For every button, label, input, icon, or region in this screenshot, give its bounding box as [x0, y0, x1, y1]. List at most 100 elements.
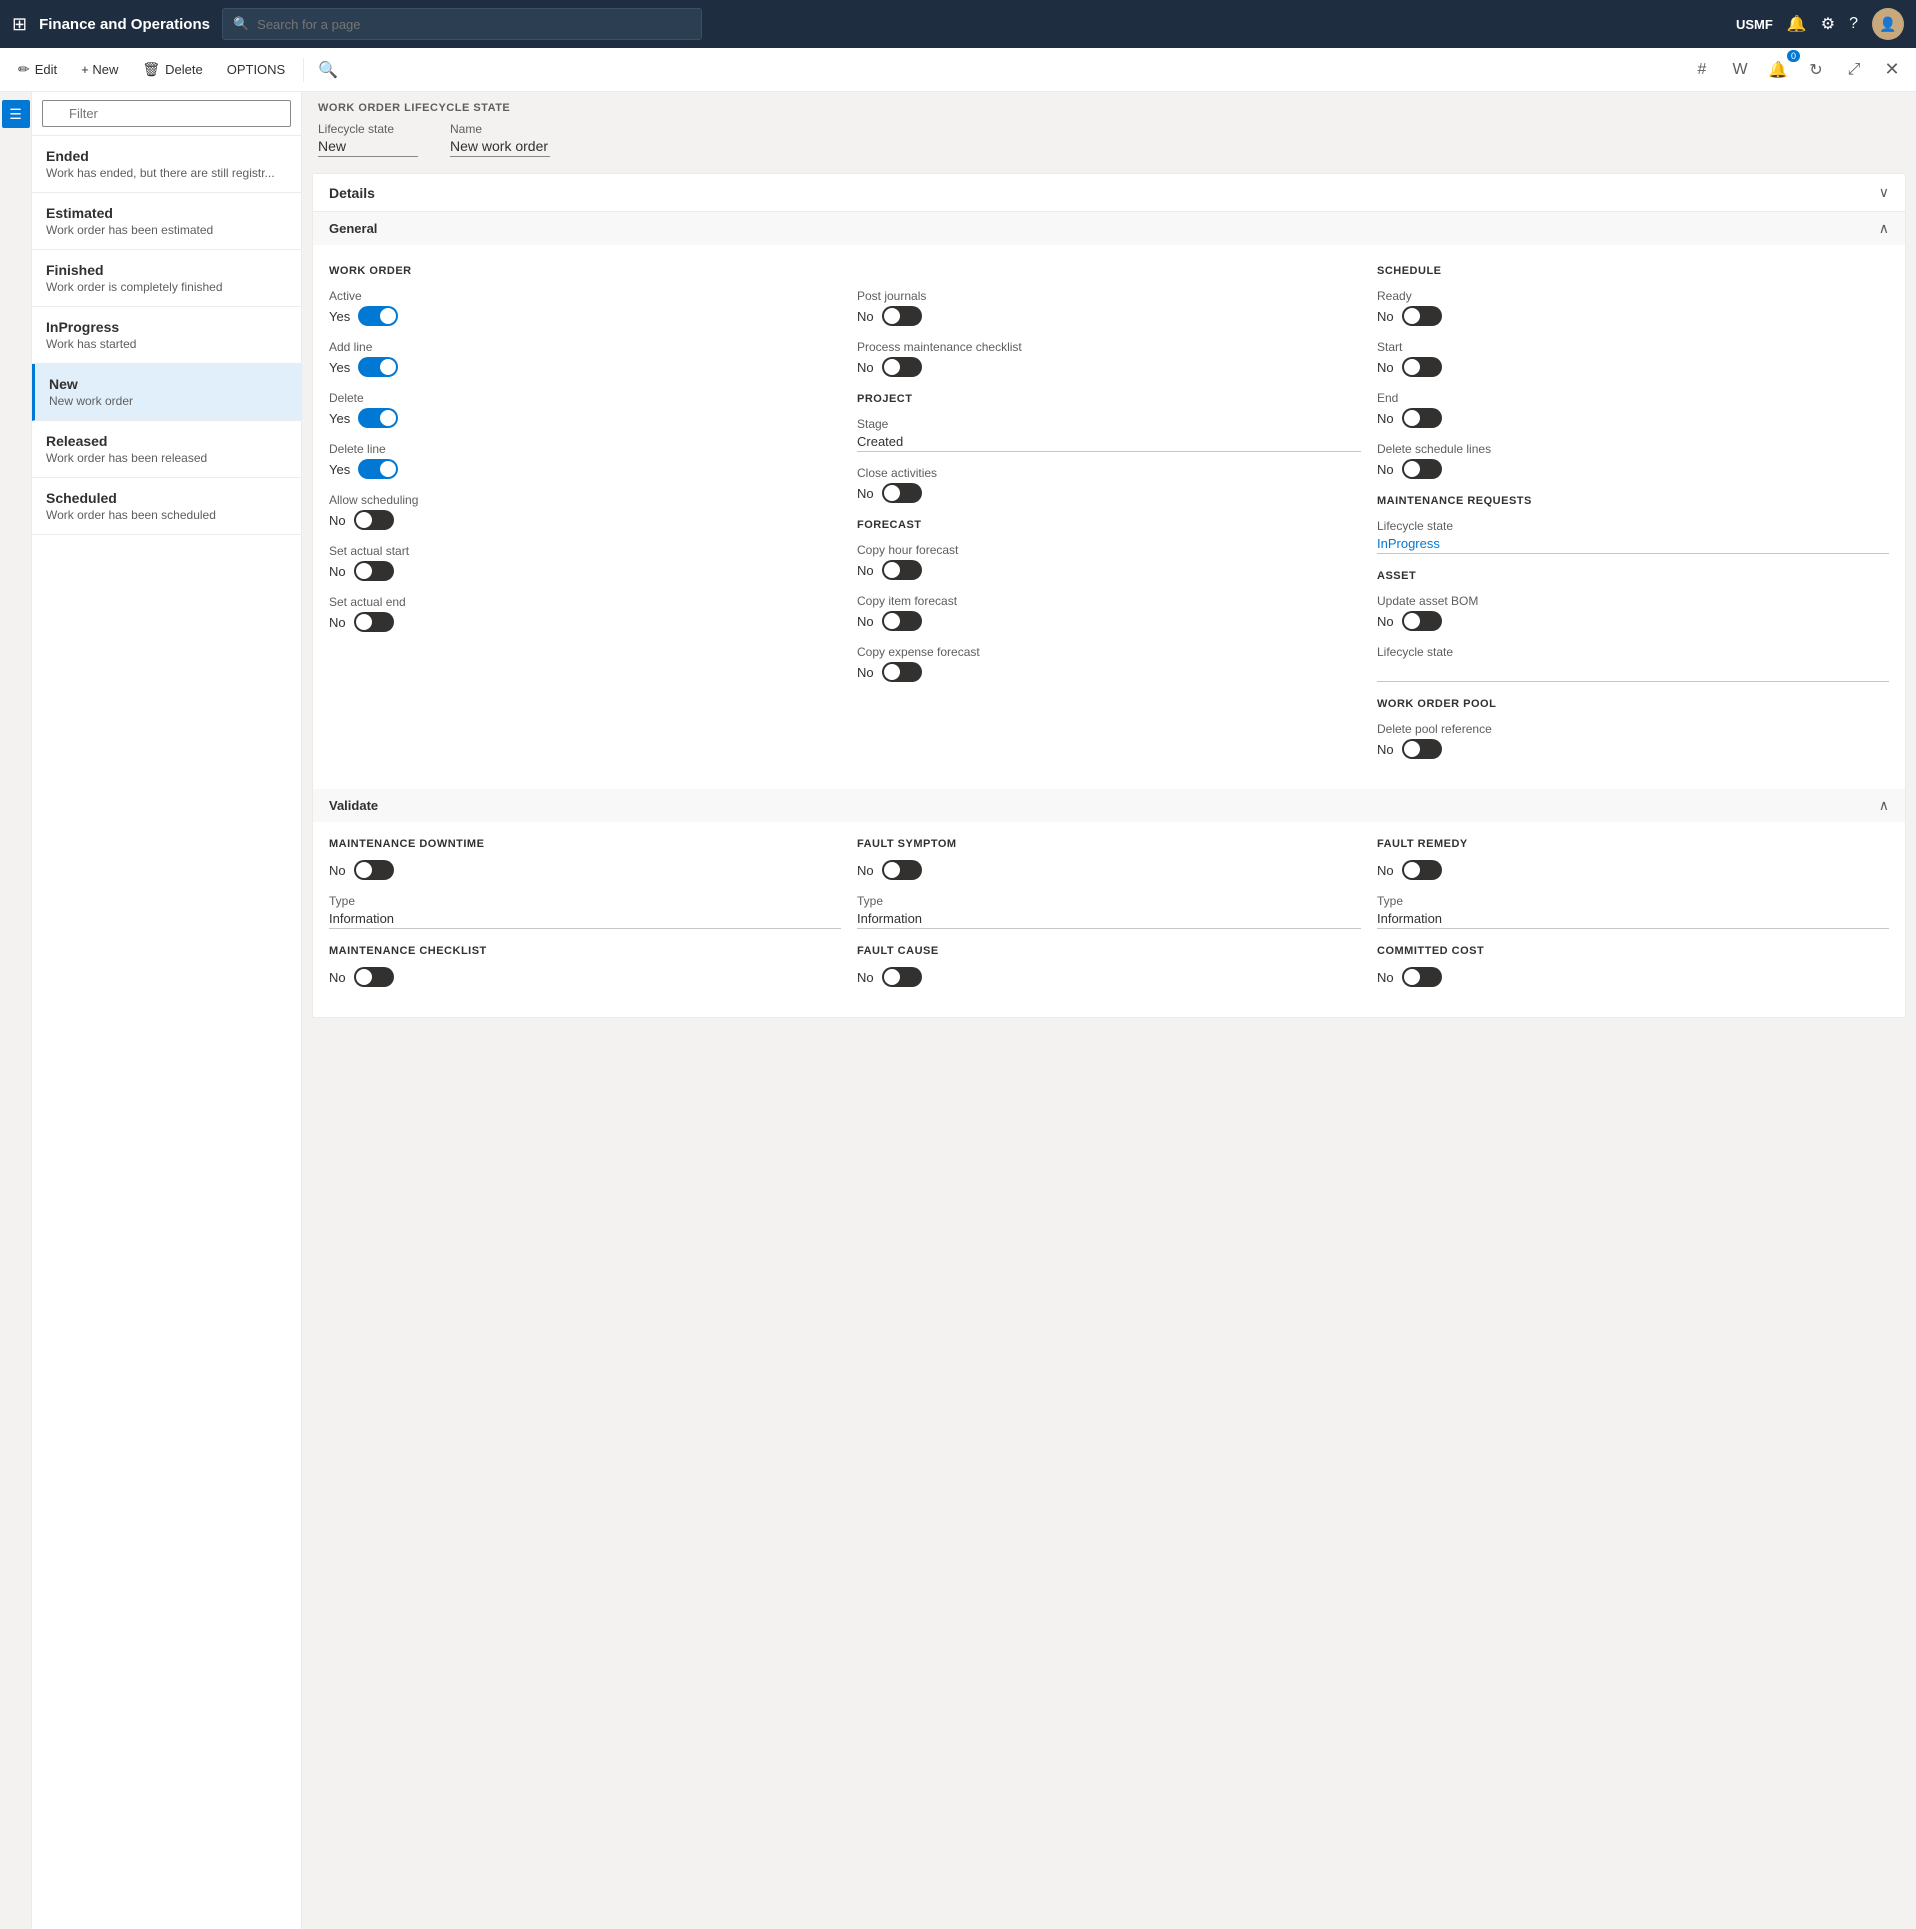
copy-expense-forecast-toggle[interactable]: No [857, 662, 1361, 682]
start-toggle[interactable]: No [1377, 357, 1889, 377]
post-journals-switch[interactable] [882, 306, 922, 326]
add-line-toggle[interactable]: Yes [329, 357, 841, 377]
allow-scheduling-toggle[interactable]: No [329, 510, 841, 530]
delete-line-switch[interactable] [358, 459, 398, 479]
delete-schedule-lines-switch[interactable] [1402, 459, 1442, 479]
app-grid-icon[interactable]: ⊞ [12, 14, 27, 35]
sidebar-item-released[interactable]: Released Work order has been released [32, 421, 301, 478]
help-icon[interactable]: ? [1849, 15, 1858, 33]
settings-icon[interactable]: ⚙ [1821, 14, 1835, 34]
validate-collapse-chevron[interactable]: ∧ [1879, 797, 1889, 814]
sidebar-item-scheduled[interactable]: Scheduled Work order has been scheduled [32, 478, 301, 535]
details-collapse-chevron[interactable]: ∨ [1879, 184, 1889, 201]
fr-switch[interactable] [1402, 860, 1442, 880]
notification-cmd-button[interactable]: 🔔 0 [1762, 54, 1794, 86]
asset-lifecycle-state-value[interactable] [1377, 662, 1889, 682]
fc-switch[interactable] [882, 967, 922, 987]
copy-expense-forecast-switch[interactable] [882, 662, 922, 682]
general-collapse-chevron[interactable]: ∧ [1879, 220, 1889, 237]
sidebar-item-released-title: Released [46, 433, 287, 449]
update-asset-bom-switch[interactable] [1402, 611, 1442, 631]
end-label: End [1377, 391, 1889, 405]
options-button[interactable]: OPTIONS [217, 56, 296, 83]
md-toggle[interactable]: No [329, 860, 841, 880]
delete-schedule-lines-toggle[interactable]: No [1377, 459, 1889, 479]
search-bar[interactable]: 🔍 [222, 8, 702, 40]
mr-lifecycle-state-value[interactable]: InProgress [1377, 536, 1889, 554]
grid-view-button[interactable]: # [1686, 54, 1718, 86]
filter-toggle-button[interactable]: ☰ [2, 100, 30, 128]
update-asset-bom-toggle[interactable]: No [1377, 611, 1889, 631]
sidebar-item-inprogress[interactable]: InProgress Work has started [32, 307, 301, 364]
md-type-value[interactable]: Information [329, 911, 841, 929]
add-line-switch[interactable] [358, 357, 398, 377]
fs-toggle[interactable]: No [857, 860, 1361, 880]
avatar[interactable]: 👤 [1872, 8, 1904, 40]
mc-toggle[interactable]: No [329, 967, 841, 987]
md-switch[interactable] [354, 860, 394, 880]
refresh-button[interactable]: ↻ [1800, 54, 1832, 86]
active-switch[interactable] [358, 306, 398, 326]
edit-button[interactable]: ✏ Edit [8, 55, 67, 84]
delete-button[interactable]: 🗑 Delete [132, 55, 212, 84]
asset-lifecycle-state-label: Lifecycle state [1377, 645, 1889, 659]
delete-pool-ref-switch[interactable] [1402, 739, 1442, 759]
allow-scheduling-switch[interactable] [354, 510, 394, 530]
start-switch[interactable] [1402, 357, 1442, 377]
mc-switch[interactable] [354, 967, 394, 987]
close-button[interactable]: ✕ [1876, 54, 1908, 86]
fr-toggle[interactable]: No [1377, 860, 1889, 880]
fr-type-value[interactable]: Information [1377, 911, 1889, 929]
copy-hour-forecast-toggle[interactable]: No [857, 560, 1361, 580]
word-button[interactable]: W [1724, 54, 1756, 86]
sidebar-item-new[interactable]: New New work order [32, 364, 301, 421]
general-section-header[interactable]: General ∧ [313, 212, 1905, 245]
search-input[interactable] [257, 17, 691, 32]
delete-toggle[interactable]: Yes [329, 408, 841, 428]
fc-toggle[interactable]: No [857, 967, 1361, 987]
delete-line-toggle[interactable]: Yes [329, 459, 841, 479]
sidebar-item-ended[interactable]: Ended Work has ended, but there are stil… [32, 136, 301, 193]
close-activities-toggle[interactable]: No [857, 483, 1361, 503]
notification-icon[interactable]: 🔔 [1787, 14, 1807, 34]
set-actual-start-switch[interactable] [354, 561, 394, 581]
set-actual-end-switch[interactable] [354, 612, 394, 632]
copy-hour-forecast-switch[interactable] [882, 560, 922, 580]
cc-switch[interactable] [1402, 967, 1442, 987]
schedule-section-label: SCHEDULE [1377, 265, 1889, 277]
search-filter-button[interactable]: 🔍 [312, 54, 344, 86]
set-actual-start-toggle[interactable]: No [329, 561, 841, 581]
details-panel-header[interactable]: Details ∨ [313, 174, 1905, 212]
copy-item-forecast-toggle[interactable]: No [857, 611, 1361, 631]
sidebar-item-finished[interactable]: Finished Work order is completely finish… [32, 250, 301, 307]
delete-pool-ref-label: Delete pool reference [1377, 722, 1889, 736]
validate-section-header[interactable]: Validate ∧ [313, 789, 1905, 822]
sidebar: 🔍 Ended Work has ended, but there are st… [32, 92, 302, 1929]
copy-hour-forecast-label: Copy hour forecast [857, 543, 1361, 557]
delete-pool-ref-toggle[interactable]: No [1377, 739, 1889, 759]
sidebar-item-estimated[interactable]: Estimated Work order has been estimated [32, 193, 301, 250]
sidebar-filter-input[interactable] [42, 100, 291, 127]
lifecycle-state-value[interactable]: New [318, 138, 418, 157]
ready-toggle[interactable]: No [1377, 306, 1889, 326]
post-journals-toggle[interactable]: No [857, 306, 1361, 326]
post-journals-value: No [857, 309, 874, 324]
end-toggle[interactable]: No [1377, 408, 1889, 428]
delete-switch[interactable] [358, 408, 398, 428]
copy-item-forecast-switch[interactable] [882, 611, 922, 631]
fs-type-value[interactable]: Information [857, 911, 1361, 929]
process-checklist-toggle[interactable]: No [857, 357, 1361, 377]
stage-label: Stage [857, 417, 1361, 431]
fs-switch[interactable] [882, 860, 922, 880]
active-toggle[interactable]: Yes [329, 306, 841, 326]
maximize-button[interactable]: ⤢ [1838, 54, 1870, 86]
stage-value[interactable]: Created [857, 434, 1361, 452]
set-actual-end-toggle[interactable]: No [329, 612, 841, 632]
ready-switch[interactable] [1402, 306, 1442, 326]
cc-toggle[interactable]: No [1377, 967, 1889, 987]
close-activities-switch[interactable] [882, 483, 922, 503]
process-checklist-switch[interactable] [882, 357, 922, 377]
end-switch[interactable] [1402, 408, 1442, 428]
lifecycle-name-value[interactable]: New work order [450, 138, 550, 157]
new-button[interactable]: + New [71, 56, 128, 83]
